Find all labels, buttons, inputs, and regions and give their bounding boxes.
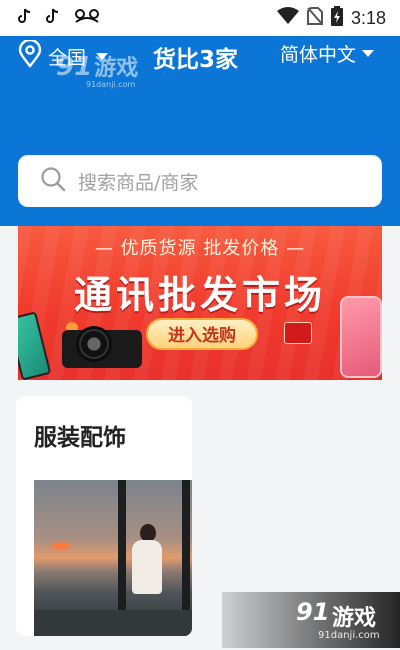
search-icon [40,166,66,196]
watermark-url: 91danji.com [318,630,380,641]
enter-shop-button[interactable]: 进入选购 [146,318,258,350]
camera-lens-image [76,326,112,362]
promo-banner[interactable]: — 优质货源 批发价格 — 通讯批发市场 进入选购 [18,226,382,380]
watermark-logo-text: 游戏 [332,606,377,631]
wifi-icon [276,7,299,29]
status-bar: 3:18 [0,0,400,36]
watermark-overlay: 91 游戏 91danji.com [222,592,400,648]
chevron-down-icon [96,52,109,60]
watermark-url: 91danji.com [86,80,136,89]
location-label: 全国 [48,46,87,69]
person-figure [128,524,166,604]
language-selector[interactable]: 简体中文 [280,40,375,67]
tiktok-icon [46,8,60,28]
chevron-down-icon [362,50,375,57]
battery-charging-icon [330,6,343,30]
no-sim-icon [306,7,323,29]
status-time: 3:18 [350,7,386,28]
app-title: 货比3家 [153,47,239,73]
sunset-sun [52,542,70,550]
language-label: 简体中文 [280,44,357,66]
notification-icon [74,8,100,28]
location-pin-icon [18,38,42,72]
banner-title: 通讯批发市场 [73,273,326,317]
phone-image [340,296,382,378]
tiktok-icon [18,8,32,28]
gift-box-image [284,322,312,344]
category-photo[interactable] [34,480,192,636]
search-input[interactable]: 搜索商品/商家 [78,168,198,195]
category-card-clothing[interactable]: 服装配饰 [16,396,192,636]
bed-surface [34,610,192,636]
category-title: 服装配饰 [34,425,126,451]
location-selector[interactable]: 全国 [18,38,109,72]
app-header: 91游戏 91danji.com 全国 货比3家 简体中文 搜索商品/商家 [0,36,400,226]
search-bar[interactable]: 搜索商品/商家 [18,155,382,207]
banner-subtitle: — 优质货源 批发价格 — [94,238,306,259]
watermark-logo-number: 91 [296,598,330,626]
